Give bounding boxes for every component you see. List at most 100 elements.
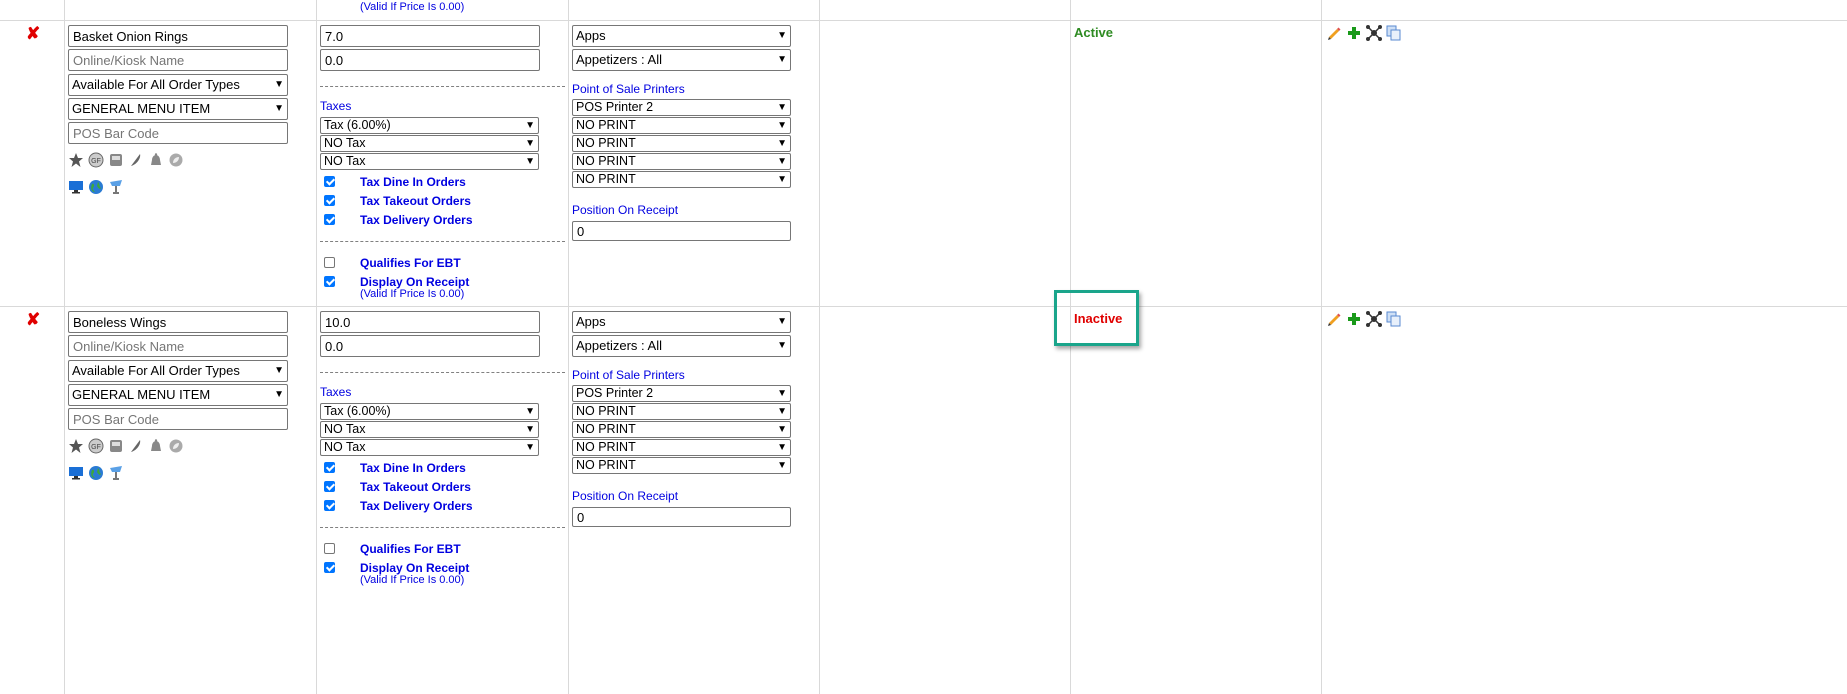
delete-icon[interactable]: ✘ [26, 310, 40, 330]
chevron-down-icon: ▼ [777, 30, 787, 41]
tax1-value: Tax (6.00%) [324, 118, 391, 132]
tax-takeout-checkbox[interactable] [324, 481, 335, 492]
position-input[interactable] [572, 221, 791, 241]
item-type-value: GENERAL MENU ITEM [72, 101, 211, 116]
bell-icon[interactable] [148, 152, 164, 168]
scale-icon[interactable] [108, 152, 124, 168]
chevron-down-icon: ▼ [777, 442, 787, 453]
price-input[interactable] [320, 25, 540, 47]
printer4-value: NO PRINT [576, 440, 636, 454]
price2-input[interactable] [320, 335, 540, 357]
tax2-select[interactable]: NO Tax ▼ [320, 135, 539, 152]
kiosk-name-input[interactable] [68, 335, 288, 357]
tax-takeout-checkbox[interactable] [324, 195, 335, 206]
printer3-select[interactable]: NO PRINT ▼ [572, 135, 791, 152]
pepper-icon[interactable] [128, 438, 144, 454]
scale-icon[interactable] [108, 438, 124, 454]
category-select[interactable]: Apps ▼ [572, 311, 791, 333]
printer5-value: NO PRINT [576, 172, 636, 186]
barcode-input[interactable] [68, 122, 288, 144]
divider [320, 86, 565, 87]
qualifies-ebt-label: Qualifies For EBT [360, 542, 461, 556]
pos-monitor-icon[interactable] [68, 465, 84, 481]
chevron-down-icon: ▼ [777, 120, 787, 131]
display-receipt-checkbox[interactable] [324, 562, 335, 573]
printers-label: Point of Sale Printers [572, 368, 685, 382]
star-icon[interactable] [68, 438, 84, 454]
item-type-select[interactable]: GENERAL MENU ITEM ▼ [68, 98, 288, 120]
printer3-value: NO PRINT [576, 422, 636, 436]
chevron-down-icon: ▼ [777, 102, 787, 113]
edit-pencil-icon[interactable] [1326, 311, 1342, 327]
gluten-free-icon[interactable]: GF [88, 438, 104, 454]
qualifies-ebt-checkbox[interactable] [324, 257, 335, 268]
tax1-select[interactable]: Tax (6.00%) ▼ [320, 117, 539, 134]
kiosk-icon[interactable] [108, 179, 124, 195]
printer5-select[interactable]: NO PRINT ▼ [572, 457, 791, 474]
modifiers-network-icon[interactable] [1366, 311, 1382, 327]
add-plus-icon[interactable] [1346, 311, 1362, 327]
copy-icon[interactable] [1386, 25, 1402, 41]
printer5-select[interactable]: NO PRINT ▼ [572, 171, 791, 188]
kiosk-name-input[interactable] [68, 49, 288, 71]
category-select[interactable]: Apps ▼ [572, 25, 791, 47]
printer4-select[interactable]: NO PRINT ▼ [572, 153, 791, 170]
category-value: Apps [576, 314, 606, 329]
divider [320, 241, 565, 242]
tax-dine-in-label: Tax Dine In Orders [360, 461, 466, 475]
valid-note: (Valid If Price Is 0.00) [360, 574, 465, 586]
subcategory-select[interactable]: Appetizers : All ▼ [572, 335, 791, 357]
tax-delivery-checkbox[interactable] [324, 214, 335, 225]
printer2-select[interactable]: NO PRINT ▼ [572, 117, 791, 134]
modifiers-network-icon[interactable] [1366, 25, 1382, 41]
tax1-select[interactable]: Tax (6.00%) ▼ [320, 403, 539, 420]
price2-input[interactable] [320, 49, 540, 71]
subcategory-select[interactable]: Appetizers : All ▼ [572, 49, 791, 71]
qualifies-ebt-checkbox[interactable] [324, 543, 335, 554]
globe-icon[interactable] [88, 465, 104, 481]
star-icon[interactable] [68, 152, 84, 168]
globe-icon[interactable] [88, 179, 104, 195]
pepper-icon[interactable] [128, 152, 144, 168]
pos-monitor-icon[interactable] [68, 179, 84, 195]
tax3-select[interactable]: NO Tax ▼ [320, 439, 539, 456]
tax-dine-in-checkbox[interactable] [324, 176, 335, 187]
item-name-input[interactable] [68, 311, 288, 333]
tax-dine-in-label: Tax Dine In Orders [360, 175, 466, 189]
printer1-select[interactable]: POS Printer 2 ▼ [572, 99, 791, 116]
order-types-select[interactable]: Available For All Order Types ▼ [68, 74, 288, 96]
valid-note: (Valid If Price Is 0.00) [360, 288, 465, 300]
tax2-select[interactable]: NO Tax ▼ [320, 421, 539, 438]
barcode-input[interactable] [68, 408, 288, 430]
tax-delivery-checkbox[interactable] [324, 500, 335, 511]
printer4-select[interactable]: NO PRINT ▼ [572, 439, 791, 456]
price-input[interactable] [320, 311, 540, 333]
position-input[interactable] [572, 507, 791, 527]
delete-icon[interactable]: ✘ [26, 24, 40, 44]
item-type-select[interactable]: GENERAL MENU ITEM ▼ [68, 384, 288, 406]
item-name-input[interactable] [68, 25, 288, 47]
valid-note: (Valid If Price Is 0.00) [360, 1, 465, 13]
copy-icon[interactable] [1386, 311, 1402, 327]
vegan-leaf-icon[interactable] [168, 438, 184, 454]
position-label: Position On Receipt [572, 203, 679, 217]
item-type-value: GENERAL MENU ITEM [72, 387, 211, 402]
printer1-select[interactable]: POS Printer 2 ▼ [572, 385, 791, 402]
tax2-value: NO Tax [324, 136, 366, 150]
printer2-select[interactable]: NO PRINT ▼ [572, 403, 791, 420]
display-receipt-checkbox[interactable] [324, 276, 335, 287]
bell-icon[interactable] [148, 438, 164, 454]
order-types-select[interactable]: Available For All Order Types ▼ [68, 360, 288, 382]
tax2-value: NO Tax [324, 422, 366, 436]
printers-label: Point of Sale Printers [572, 82, 685, 96]
kiosk-icon[interactable] [108, 465, 124, 481]
position-label: Position On Receipt [572, 489, 679, 503]
order-types-value: Available For All Order Types [72, 77, 240, 92]
tax-dine-in-checkbox[interactable] [324, 462, 335, 473]
gluten-free-icon[interactable]: GF [88, 152, 104, 168]
tax3-select[interactable]: NO Tax ▼ [320, 153, 539, 170]
edit-pencil-icon[interactable] [1326, 25, 1342, 41]
add-plus-icon[interactable] [1346, 25, 1362, 41]
vegan-leaf-icon[interactable] [168, 152, 184, 168]
printer3-select[interactable]: NO PRINT ▼ [572, 421, 791, 438]
